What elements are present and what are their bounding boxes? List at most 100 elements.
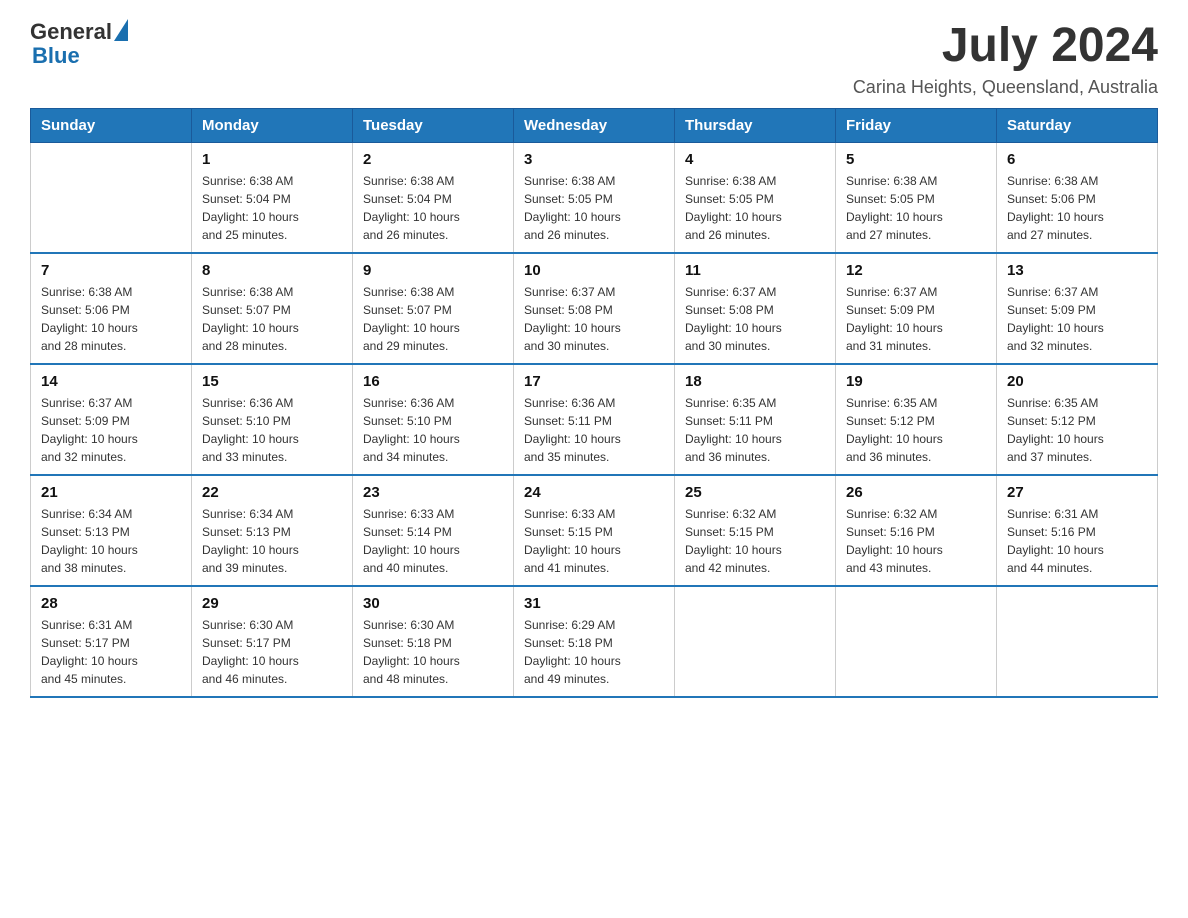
- day-info: Sunrise: 6:36 AMSunset: 5:11 PMDaylight:…: [524, 394, 664, 466]
- day-info: Sunrise: 6:32 AMSunset: 5:15 PMDaylight:…: [685, 505, 825, 577]
- day-number: 3: [524, 151, 664, 168]
- day-number: 16: [363, 373, 503, 390]
- day-number: 15: [202, 373, 342, 390]
- calendar-cell: 29 Sunrise: 6:30 AMSunset: 5:17 PMDayligh…: [192, 586, 353, 697]
- day-info: Sunrise: 6:37 AMSunset: 5:08 PMDaylight:…: [524, 283, 664, 355]
- calendar-cell: 27Sunrise: 6:31 AMSunset: 5:16 PMDayligh…: [997, 475, 1158, 586]
- day-number: 9: [363, 262, 503, 279]
- day-info: Sunrise: 6:35 AMSunset: 5:11 PMDaylight:…: [685, 394, 825, 466]
- day-number: 17: [524, 373, 664, 390]
- day-number: 5: [846, 151, 986, 168]
- calendar-cell: 19 Sunrise: 6:35 AMSunset: 5:12 PMDayligh…: [836, 364, 997, 475]
- day-number: 2: [363, 151, 503, 168]
- day-number: 24: [524, 484, 664, 501]
- calendar-cell: 2 Sunrise: 6:38 AMSunset: 5:04 PMDaylight…: [353, 142, 514, 253]
- calendar-cell: 8 Sunrise: 6:38 AMSunset: 5:07 PMDaylight…: [192, 253, 353, 364]
- calendar-cell: 1 Sunrise: 6:38 AMSunset: 5:04 PMDaylight…: [192, 142, 353, 253]
- day-info: Sunrise: 6:33 AMSunset: 5:14 PMDaylight:…: [363, 505, 503, 577]
- calendar-cell: [997, 586, 1158, 697]
- col-wednesday: Wednesday: [514, 108, 675, 142]
- calendar-cell: 15 Sunrise: 6:36 AMSunset: 5:10 PMDayligh…: [192, 364, 353, 475]
- calendar-cell: 7Sunrise: 6:38 AMSunset: 5:06 PMDaylight…: [31, 253, 192, 364]
- calendar-cell: 4 Sunrise: 6:38 AMSunset: 5:05 PMDaylight…: [675, 142, 836, 253]
- day-info: Sunrise: 6:30 AMSunset: 5:18 PMDaylight:…: [363, 616, 503, 688]
- day-info: Sunrise: 6:37 AMSunset: 5:09 PMDaylight:…: [41, 394, 181, 466]
- day-number: 28: [41, 595, 181, 612]
- day-number: 11: [685, 262, 825, 279]
- day-info: Sunrise: 6:35 AMSunset: 5:12 PMDaylight:…: [1007, 394, 1147, 466]
- day-number: 12: [846, 262, 986, 279]
- day-info: Sunrise: 6:38 AMSunset: 5:04 PMDaylight:…: [363, 172, 503, 244]
- day-info: Sunrise: 6:34 AMSunset: 5:13 PMDaylight:…: [202, 505, 342, 577]
- location-subtitle: Carina Heights, Queensland, Australia: [853, 77, 1158, 98]
- calendar-cell: 16 Sunrise: 6:36 AMSunset: 5:10 PMDayligh…: [353, 364, 514, 475]
- day-info: Sunrise: 6:36 AMSunset: 5:10 PMDaylight:…: [202, 394, 342, 466]
- day-info: Sunrise: 6:37 AMSunset: 5:09 PMDaylight:…: [846, 283, 986, 355]
- day-info: Sunrise: 6:31 AMSunset: 5:17 PMDaylight:…: [41, 616, 181, 688]
- calendar-cell: 30 Sunrise: 6:30 AMSunset: 5:18 PMDayligh…: [353, 586, 514, 697]
- header-row: Sunday Monday Tuesday Wednesday Thursday…: [31, 108, 1158, 142]
- day-info: Sunrise: 6:38 AMSunset: 5:06 PMDaylight:…: [41, 283, 181, 355]
- day-info: Sunrise: 6:33 AMSunset: 5:15 PMDaylight:…: [524, 505, 664, 577]
- day-info: Sunrise: 6:29 AMSunset: 5:18 PMDaylight:…: [524, 616, 664, 688]
- calendar-cell: 23 Sunrise: 6:33 AMSunset: 5:14 PMDayligh…: [353, 475, 514, 586]
- day-number: 29: [202, 595, 342, 612]
- day-info: Sunrise: 6:37 AMSunset: 5:09 PMDaylight:…: [1007, 283, 1147, 355]
- day-number: 10: [524, 262, 664, 279]
- day-info: Sunrise: 6:38 AMSunset: 5:07 PMDaylight:…: [202, 283, 342, 355]
- day-number: 31: [524, 595, 664, 612]
- day-info: Sunrise: 6:36 AMSunset: 5:10 PMDaylight:…: [363, 394, 503, 466]
- day-number: 23: [363, 484, 503, 501]
- day-info: Sunrise: 6:38 AMSunset: 5:04 PMDaylight:…: [202, 172, 342, 244]
- day-number: 22: [202, 484, 342, 501]
- month-year-title: July 2024: [853, 20, 1158, 73]
- calendar-cell: 20Sunrise: 6:35 AMSunset: 5:12 PMDayligh…: [997, 364, 1158, 475]
- day-info: Sunrise: 6:38 AMSunset: 5:05 PMDaylight:…: [846, 172, 986, 244]
- day-number: 4: [685, 151, 825, 168]
- day-info: Sunrise: 6:32 AMSunset: 5:16 PMDaylight:…: [846, 505, 986, 577]
- day-number: 14: [41, 373, 181, 390]
- day-number: 21: [41, 484, 181, 501]
- calendar-cell: 11 Sunrise: 6:37 AMSunset: 5:08 PMDayligh…: [675, 253, 836, 364]
- col-monday: Monday: [192, 108, 353, 142]
- day-info: Sunrise: 6:38 AMSunset: 5:07 PMDaylight:…: [363, 283, 503, 355]
- day-number: 26: [846, 484, 986, 501]
- calendar-table: Sunday Monday Tuesday Wednesday Thursday…: [30, 108, 1158, 698]
- calendar-cell: 10 Sunrise: 6:37 AMSunset: 5:08 PMDayligh…: [514, 253, 675, 364]
- day-number: 27: [1007, 484, 1147, 501]
- calendar-cell: 9 Sunrise: 6:38 AMSunset: 5:07 PMDaylight…: [353, 253, 514, 364]
- calendar-cell: 5 Sunrise: 6:38 AMSunset: 5:05 PMDaylight…: [836, 142, 997, 253]
- day-number: 30: [363, 595, 503, 612]
- week-row-4: 21 Sunrise: 6:34 AMSunset: 5:13 PMDayligh…: [31, 475, 1158, 586]
- calendar-cell: 28 Sunrise: 6:31 AMSunset: 5:17 PMDayligh…: [31, 586, 192, 697]
- day-number: 19: [846, 373, 986, 390]
- calendar-cell: 13 Sunrise: 6:37 AMSunset: 5:09 PMDayligh…: [997, 253, 1158, 364]
- logo-blue: Blue: [32, 44, 128, 68]
- col-saturday: Saturday: [997, 108, 1158, 142]
- calendar-cell: 24 Sunrise: 6:33 AMSunset: 5:15 PMDayligh…: [514, 475, 675, 586]
- day-info: Sunrise: 6:30 AMSunset: 5:17 PMDaylight:…: [202, 616, 342, 688]
- col-thursday: Thursday: [675, 108, 836, 142]
- calendar-cell: 3Sunrise: 6:38 AMSunset: 5:05 PMDaylight…: [514, 142, 675, 253]
- calendar-cell: 14 Sunrise: 6:37 AMSunset: 5:09 PMDayligh…: [31, 364, 192, 475]
- calendar-cell: 22 Sunrise: 6:34 AMSunset: 5:13 PMDayligh…: [192, 475, 353, 586]
- day-number: 1: [202, 151, 342, 168]
- calendar-cell: [675, 586, 836, 697]
- calendar-cell: 25Sunrise: 6:32 AMSunset: 5:15 PMDayligh…: [675, 475, 836, 586]
- calendar-cell: 17 Sunrise: 6:36 AMSunset: 5:11 PMDayligh…: [514, 364, 675, 475]
- day-number: 6: [1007, 151, 1147, 168]
- calendar-cell: 6 Sunrise: 6:38 AMSunset: 5:06 PMDaylight…: [997, 142, 1158, 253]
- calendar-cell: [836, 586, 997, 697]
- day-number: 8: [202, 262, 342, 279]
- day-info: Sunrise: 6:38 AMSunset: 5:06 PMDaylight:…: [1007, 172, 1147, 244]
- day-info: Sunrise: 6:37 AMSunset: 5:08 PMDaylight:…: [685, 283, 825, 355]
- calendar-body: 1 Sunrise: 6:38 AMSunset: 5:04 PMDaylight…: [31, 142, 1158, 697]
- calendar-cell: 31 Sunrise: 6:29 AMSunset: 5:18 PMDayligh…: [514, 586, 675, 697]
- day-number: 13: [1007, 262, 1147, 279]
- day-info: Sunrise: 6:38 AMSunset: 5:05 PMDaylight:…: [685, 172, 825, 244]
- col-sunday: Sunday: [31, 108, 192, 142]
- day-info: Sunrise: 6:35 AMSunset: 5:12 PMDaylight:…: [846, 394, 986, 466]
- week-row-2: 7Sunrise: 6:38 AMSunset: 5:06 PMDaylight…: [31, 253, 1158, 364]
- col-friday: Friday: [836, 108, 997, 142]
- logo-general: General: [30, 20, 112, 44]
